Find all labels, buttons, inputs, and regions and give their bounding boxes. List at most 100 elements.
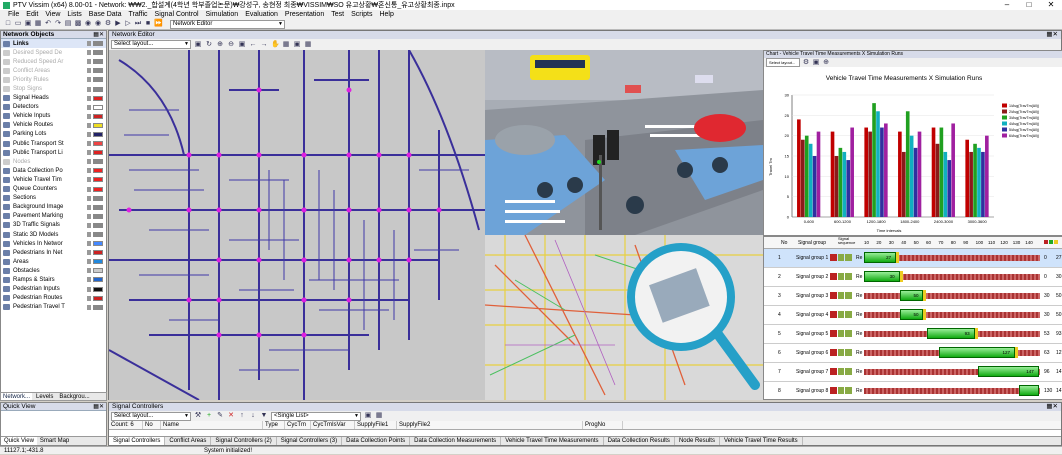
style-swatch[interactable] <box>93 77 103 83</box>
stop-icon[interactable]: ■ <box>144 20 152 28</box>
network-object-item[interactable]: Stop Signs <box>1 84 106 93</box>
new-file-icon[interactable]: □ <box>4 20 12 28</box>
menu-help[interactable]: Help <box>379 11 393 18</box>
lock-icon[interactable] <box>87 59 91 65</box>
list-tab[interactable]: Vehicle Travel Time Results <box>720 437 803 445</box>
lock-icon[interactable] <box>87 195 91 201</box>
close-icon[interactable]: ✕ <box>1040 0 1062 10</box>
list-tab[interactable]: Data Collection Results <box>604 437 675 445</box>
network-object-item[interactable]: Reduced Speed Ar <box>1 57 106 66</box>
style-swatch[interactable] <box>93 113 103 119</box>
grid-icon[interactable]: ▦ <box>304 41 312 49</box>
style-swatch[interactable] <box>93 195 103 201</box>
lock-icon[interactable] <box>87 259 91 265</box>
signal-group-row[interactable]: 6 Signal group 6 Re 127 63 127 <box>764 344 1062 363</box>
signal-group-row[interactable]: 7 Signal group 7 Re 147 96 147 <box>764 363 1062 382</box>
col-cyctmisvar[interactable]: CycTmIsVar <box>311 421 355 429</box>
network-object-item[interactable]: Pedestrian Routes <box>1 294 106 303</box>
network-object-item[interactable]: Pedestrian Travel T <box>1 303 106 312</box>
lock-icon[interactable] <box>87 50 91 56</box>
lock-icon[interactable] <box>87 232 91 238</box>
lock-icon[interactable] <box>87 131 91 137</box>
list-layout-select[interactable]: Select layout... ▼ <box>111 411 191 421</box>
list-tab[interactable]: Data Collection Measurements <box>410 437 502 445</box>
green-phase-bar[interactable]: 27 <box>864 252 897 263</box>
style-swatch[interactable] <box>93 213 103 219</box>
lock-icon[interactable] <box>87 141 91 147</box>
green-phase-bar[interactable]: 147 <box>978 366 1039 377</box>
chart-layout-select[interactable]: Select layout... <box>766 58 800 67</box>
signal-group-row[interactable]: 5 Signal group 5 Re 93 53 93 <box>764 325 1062 344</box>
tab-backgrounds[interactable]: Backgrou... <box>57 393 91 400</box>
network-object-item[interactable]: Detectors <box>1 103 106 112</box>
network-object-item[interactable]: Public Transport Li <box>1 148 106 157</box>
paste-icon[interactable]: ▦ <box>375 412 383 420</box>
network-object-item[interactable]: Public Transport St <box>1 139 106 148</box>
style-swatch[interactable] <box>93 304 103 310</box>
list-tab[interactable]: Data Collection Points <box>342 437 411 445</box>
panel-pin-close-icon[interactable]: ▦✕ <box>93 31 106 38</box>
lock-icon[interactable] <box>87 95 91 101</box>
lock-icon[interactable] <box>87 104 91 110</box>
signal-group-row[interactable]: 8 Signal group 8 Re 130147 <box>764 382 1062 399</box>
network-object-item[interactable]: Queue Counters <box>1 185 106 194</box>
green-phase-bar[interactable]: 50 <box>899 290 924 301</box>
camera-icon[interactable]: ◉ <box>94 20 102 28</box>
network-object-item[interactable]: Priority Rules <box>1 75 106 84</box>
signal-group-row[interactable]: 2 Signal group 2 Re 30 0 30 <box>764 268 1062 287</box>
lock-icon[interactable] <box>87 213 91 219</box>
style-swatch[interactable] <box>93 277 103 283</box>
list-tab[interactable]: Signal Controllers <box>109 437 166 445</box>
style-swatch[interactable] <box>93 122 103 128</box>
network-object-item[interactable]: Signal Heads <box>1 94 106 103</box>
network-object-item[interactable]: Desired Speed De <box>1 48 106 57</box>
style-swatch[interactable] <box>93 104 103 110</box>
col-name[interactable]: Name <box>161 421 263 429</box>
col-supplyfile2[interactable]: SupplyFile2 <box>397 421 583 429</box>
lock-icon[interactable] <box>87 41 91 47</box>
col-supplyfile1[interactable]: SupplyFile1 <box>355 421 397 429</box>
copy-icon[interactable]: ▣ <box>364 412 372 420</box>
lock-icon[interactable] <box>87 222 91 228</box>
chart-settings-icon[interactable]: ⚙ <box>802 59 810 67</box>
lock-icon[interactable] <box>87 77 91 83</box>
green-phase-bar[interactable]: 50 <box>899 309 924 320</box>
speed-icon[interactable]: ⏩ <box>154 20 163 28</box>
lock-icon[interactable] <box>87 277 91 283</box>
style-swatch[interactable] <box>93 177 103 183</box>
network-object-item[interactable]: Vehicle Inputs <box>1 112 106 121</box>
open-folder-icon[interactable]: ▭ <box>14 20 22 28</box>
network-map-canvas[interactable] <box>109 50 485 400</box>
network-object-item[interactable]: Parking Lots <box>1 130 106 139</box>
fast-forward-icon[interactable]: ⏭ <box>134 20 142 28</box>
style-swatch[interactable] <box>93 168 103 174</box>
step-icon[interactable]: ▷ <box>124 20 132 28</box>
chart-icon[interactable]: ▩ <box>74 20 82 28</box>
add-icon[interactable]: + <box>205 412 213 420</box>
style-swatch[interactable] <box>93 295 103 301</box>
list-tab[interactable]: Signal Controllers (2) <box>211 437 277 445</box>
network-object-item[interactable]: Pavement Marking <box>1 212 106 221</box>
network-object-item[interactable]: Nodes <box>1 157 106 166</box>
menu-base-data[interactable]: Base Data <box>89 11 122 18</box>
menu-presentation[interactable]: Presentation <box>285 11 324 18</box>
col-progno[interactable]: ProgNo <box>583 421 623 429</box>
network-object-item[interactable]: Background Image <box>1 203 106 212</box>
lock-icon[interactable] <box>87 122 91 128</box>
list-tab[interactable]: Vehicle Travel Time Measurements <box>501 437 604 445</box>
network-object-item[interactable]: Areas <box>1 257 106 266</box>
tab-quick-view[interactable]: Quick View <box>1 437 37 445</box>
network-object-item[interactable]: Vehicle Routes <box>1 121 106 130</box>
menu-view[interactable]: View <box>45 11 60 18</box>
lock-icon[interactable] <box>87 286 91 292</box>
sort-desc-icon[interactable]: ↓ <box>249 412 257 420</box>
menu-test[interactable]: Test <box>331 11 344 18</box>
menu-traffic[interactable]: Traffic <box>128 11 147 18</box>
forward-arrow-icon[interactable]: → <box>260 41 268 49</box>
lock-icon[interactable] <box>87 113 91 119</box>
style-swatch[interactable] <box>93 186 103 192</box>
style-swatch[interactable] <box>93 286 103 292</box>
editor-type-select[interactable]: Network Editor ▼ <box>170 19 285 29</box>
menu-lists[interactable]: Lists <box>67 11 81 18</box>
view-3d-icon[interactable]: ▦ <box>282 41 290 49</box>
